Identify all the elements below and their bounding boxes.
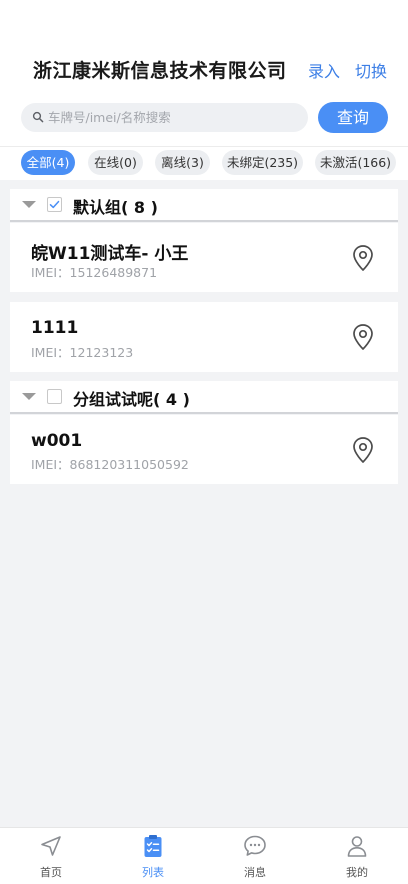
device-name: 皖W11测试车- 小王 [31, 244, 189, 264]
filter-chip-all[interactable]: 全部(4) [21, 150, 75, 175]
search-input[interactable] [48, 103, 300, 132]
group-checkbox[interactable] [47, 389, 62, 404]
filter-chip-unbound[interactable]: 未绑定(235) [222, 150, 303, 175]
search-box [21, 103, 308, 132]
tab-label: 列表 [142, 866, 164, 879]
location-pin-icon[interactable] [350, 244, 376, 272]
switch-link[interactable]: 切换 [355, 58, 387, 82]
tab-list[interactable]: 列表 [102, 828, 204, 884]
collapse-triangle-icon[interactable] [22, 201, 36, 208]
filter-chip-online[interactable]: 在线(0) [88, 150, 143, 175]
bottom-tab-bar: 首页 列表 消息 我的 [0, 827, 408, 884]
group-checkbox[interactable] [47, 197, 62, 212]
collapse-triangle-icon[interactable] [22, 393, 36, 400]
tab-label: 首页 [40, 866, 62, 879]
filter-chip-offline[interactable]: 离线(3) [155, 150, 210, 175]
tab-label: 我的 [346, 866, 368, 879]
device-card[interactable]: 1111 IMEI：12123123 [10, 302, 398, 372]
group-name: 默认组( 8 ) [73, 198, 158, 217]
divider [0, 146, 408, 147]
navigation-arrow-icon [41, 836, 61, 856]
group-name: 分组试试呢( 4 ) [73, 390, 190, 409]
device-name: w001 [31, 431, 83, 451]
device-name: 1111 [31, 318, 79, 338]
company-title: 浙江康米斯信息技术有限公司 [33, 60, 287, 82]
device-imei: IMEI：868120311050592 [31, 457, 189, 472]
tab-mine[interactable]: 我的 [306, 828, 408, 884]
user-icon [347, 836, 367, 857]
tab-home[interactable]: 首页 [0, 828, 102, 884]
clipboard-list-icon [144, 835, 162, 857]
group-header[interactable]: 分组试试呢( 4 ) [10, 381, 398, 414]
location-pin-icon[interactable] [350, 323, 376, 351]
filter-chip-inactive[interactable]: 未激活(166) [315, 150, 396, 175]
device-imei: IMEI：12123123 [31, 345, 134, 360]
search-icon [32, 111, 44, 123]
top-panel: 浙江康米斯信息技术有限公司 录入 切换 查询 全部(4) 在线(0) 离线(3)… [0, 0, 408, 180]
check-icon [49, 200, 60, 209]
location-pin-icon[interactable] [350, 436, 376, 464]
device-card[interactable]: w001 IMEI：868120311050592 [10, 415, 398, 484]
tab-messages[interactable]: 消息 [204, 828, 306, 884]
tab-label: 消息 [244, 866, 266, 879]
search-button[interactable]: 查询 [318, 102, 388, 133]
group-header[interactable]: 默认组( 8 ) [10, 189, 398, 222]
device-card[interactable]: 皖W11测试车- 小王 IMEI：15126489871 [10, 223, 398, 292]
device-imei: IMEI：15126489871 [31, 265, 158, 280]
chat-bubble-icon [244, 835, 266, 856]
entry-link[interactable]: 录入 [308, 58, 340, 82]
